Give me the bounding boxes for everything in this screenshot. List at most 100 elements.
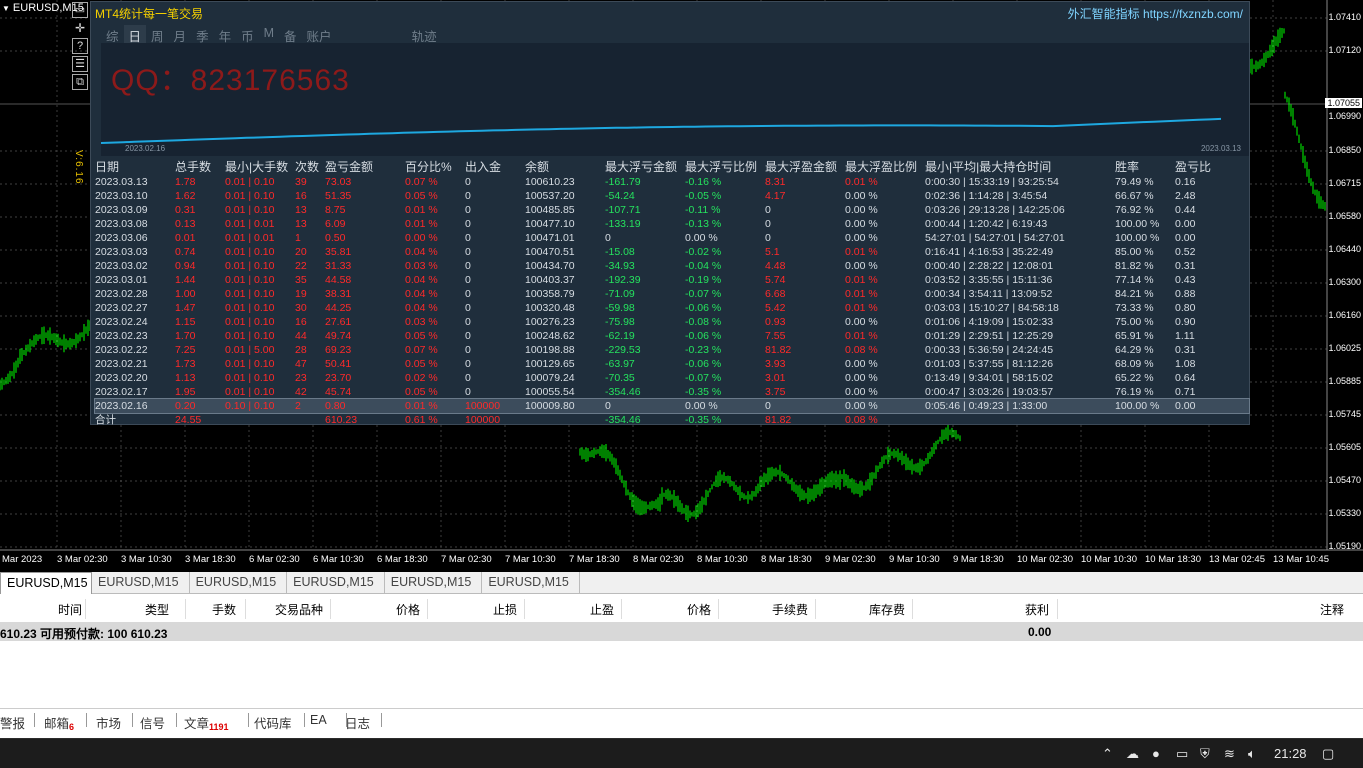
stats-cell: 13 [295,204,307,216]
terminal-column[interactable]: 类型 [145,601,169,618]
stats-row[interactable]: 2023.03.13 1.78 0.01 | 0.10 39 73.03 0.07 % 0 1… [95,175,1249,189]
wifi-icon[interactable]: ≋ [1224,746,1235,762]
terminal-column[interactable]: 交易品种 [275,601,323,618]
volume-icon[interactable]: 🔈︎ [1248,746,1256,762]
stats-cell: 0.00 % [845,232,878,244]
stats-row[interactable]: 2023.03.10 1.62 0.01 | 0.10 16 51.35 0.05 % 0 1… [95,189,1249,203]
chart-tab[interactable]: EURUSD,M15 [190,572,288,594]
total-cell: 24.55 [175,414,202,426]
stats-row[interactable]: 2023.02.22 7.25 0.01 | 5.00 28 69.23 0.07 % 0 1… [95,343,1249,357]
stats-cell: 0 [465,372,471,384]
stats-row[interactable]: 2023.02.27 1.47 0.01 | 0.10 30 44.25 0.04 % 0 1… [95,301,1249,315]
terminal-tab[interactable]: 文章1191 [184,713,229,732]
terminal-column[interactable]: 价格 [687,601,711,618]
stats-row[interactable]: 2023.02.20 1.13 0.01 | 0.10 23 23.70 0.02 % 0 1… [95,371,1249,385]
stats-cell: 0.00 % [845,358,878,370]
stats-row[interactable]: 2023.02.16 0.20 0.10 | 0.10 2 0.80 0.01 % 1000… [94,398,1250,414]
stats-cell: 0.05 % [405,358,438,370]
terminal-column[interactable]: 止盈 [590,601,614,618]
shield-icon[interactable]: ⛨ [1200,746,1210,762]
terminal-tab[interactable]: EA [310,713,327,727]
chevron-up-icon[interactable]: ⌃ [1102,746,1113,762]
stats-row[interactable]: 2023.03.01 1.44 0.01 | 0.10 35 44.58 0.04 % 0 1… [95,273,1249,287]
terminal-tab-label: 日志 [345,717,371,731]
minimize-icon[interactable]: ▭ [72,2,88,18]
stats-cell: 0.01 | 0.10 [225,302,275,314]
clock[interactable]: 21:28 [1274,746,1307,761]
stats-row[interactable]: 2023.03.09 0.31 0.01 | 0.10 13 8.75 0.01 % 0 10… [95,203,1249,217]
cloud-icon[interactable]: ☁ [1126,746,1139,762]
terminal-column[interactable]: 手数 [212,601,236,618]
stats-cell: 0.01 % [845,274,878,286]
terminal-column[interactable]: 注释 [1320,601,1344,618]
chart-tab[interactable]: EURUSD,M15 [92,572,190,594]
stats-row[interactable]: 2023.03.02 0.94 0.01 | 0.10 22 31.33 0.03 % 0 1… [95,259,1249,273]
panel-tab[interactable]: 轨迹 [407,25,442,44]
price-chart[interactable]: ▼ EURUSD,M15 ▭ ✛ ? ☰ ⧉ V:6.16 1.07410 1.07… [0,0,1363,572]
stats-cell: 100537.20 [525,190,575,202]
help-icon[interactable]: ? [72,38,88,54]
stats-row[interactable]: 2023.02.24 1.15 0.01 | 0.10 16 27.61 0.03 % 0 1… [95,315,1249,329]
stats-row[interactable]: 2023.02.23 1.70 0.01 | 0.10 44 49.74 0.05 % 0 1… [95,329,1249,343]
notification-icon[interactable]: ▢ [1322,746,1334,762]
panel-brand-link[interactable]: 外汇智能指标 https://fxznzb.com/ [1068,5,1243,22]
price-tick: 1.05885 [1328,376,1361,386]
chart-tab[interactable]: EURUSD,M15 [482,572,580,594]
terminal-column[interactable]: 获利 [1025,601,1049,618]
stats-row[interactable]: 2023.02.17 1.95 0.01 | 0.10 42 45.74 0.05 % 0 1… [95,385,1249,399]
time-tick: 10 Mar 02:30 [1017,554,1073,565]
panel-tab[interactable]: 周 [146,25,169,44]
stats-cell: 76.19 % [1115,386,1154,398]
terminal-column[interactable]: 价格 [396,601,420,618]
stats-cell: 38.31 [325,288,352,300]
chart-tab[interactable]: EURUSD,M15 [385,572,483,594]
panel-tab[interactable]: 月 [169,25,192,44]
stats-cell: 16 [295,316,307,328]
chart-tab[interactable]: EURUSD,M15 [0,572,92,594]
panel-tab[interactable]: M [259,25,279,43]
terminal-tab[interactable]: 代码库 [254,713,292,732]
stats-row[interactable]: 2023.02.28 1.00 0.01 | 0.10 19 38.31 0.04 % 0 1… [95,287,1249,301]
column-separator [245,599,246,619]
panel-tab[interactable]: 日 [123,25,147,44]
templates-icon[interactable]: ⧉ [72,74,88,90]
panel-tab[interactable]: 备 [279,25,302,44]
stats-cell: 0.00 % [685,400,718,412]
stats-cell: 13 [295,218,307,230]
panel-tab[interactable]: 账户 [302,25,337,44]
terminal-tab[interactable]: 邮箱6 [44,713,74,732]
terminal-column[interactable]: 手续费 [772,601,808,618]
terminal-tab[interactable]: 警报 [0,713,25,732]
stats-cell: 100470.51 [525,246,575,258]
stats-cell: 0:00:30 | 15:33:19 | 93:25:54 [925,176,1059,188]
stats-row[interactable]: 2023.03.06 0.01 0.01 | 0.01 1 0.50 0.00 % 0 100… [95,231,1249,245]
stats-cell: 0.01 % [845,176,878,188]
dropdown-triangle-icon[interactable]: ▼ [2,4,10,13]
stats-cell: 0.05 % [405,386,438,398]
stats-cell: 0.01 | 0.10 [225,246,275,258]
stats-cell: 0.07 % [405,176,438,188]
stats-row[interactable]: 2023.03.03 0.74 0.01 | 0.10 20 35.81 0.04 % 0 1… [95,245,1249,259]
stats-header-cell: 余额 [525,160,550,174]
stats-cell: 20 [295,246,307,258]
crosshair-icon[interactable]: ✛ [72,20,88,36]
battery-icon[interactable]: ▭ [1176,746,1188,762]
terminal-column[interactable]: 时间 [58,601,82,618]
stats-cell: 85.00 % [1115,246,1154,258]
panel-tab[interactable]: 年 [214,25,237,44]
stats-row[interactable]: 2023.02.21 1.73 0.01 | 0.10 47 50.41 0.05 % 0 1… [95,357,1249,371]
terminal-tab[interactable]: 市场 [96,713,121,732]
terminal-tab[interactable]: 日志 [345,713,370,732]
panel-tab[interactable]: 季 [191,25,214,44]
indicator-list-icon[interactable]: ☰ [72,56,88,72]
terminal-column[interactable]: 止损 [493,601,517,618]
terminal-tab[interactable]: 信号 [140,713,165,732]
stats-cell: 0 [465,176,471,188]
stats-row[interactable]: 2023.03.08 0.13 0.01 | 0.01 13 6.09 0.01 % 0 10… [95,217,1249,231]
panel-tab[interactable]: 综 [101,25,124,44]
panel-tab[interactable]: 币 [236,25,259,44]
chart-tab[interactable]: EURUSD,M15 [287,572,385,594]
stats-cell: 0:03:03 | 15:10:27 | 84:58:18 [925,302,1059,314]
terminal-column[interactable]: 库存费 [869,601,905,618]
qq-icon[interactable]: ● [1152,746,1160,761]
